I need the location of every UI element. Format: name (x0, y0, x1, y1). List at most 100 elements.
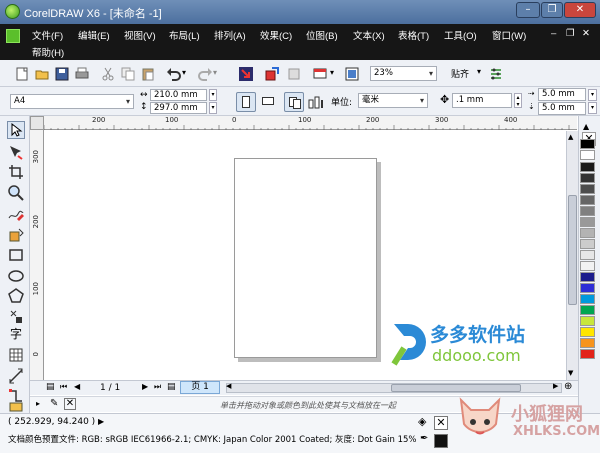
first-page-icon[interactable]: ⏮ (60, 382, 67, 392)
menu-view[interactable]: 视图(V) (124, 28, 156, 42)
menu-edit[interactable]: 编辑(E) (78, 28, 110, 42)
color-swatch[interactable] (580, 349, 595, 359)
doc-close-button[interactable]: ✕ (582, 28, 590, 39)
interactive-tool[interactable] (7, 402, 25, 412)
shape-tool[interactable] (7, 143, 25, 161)
full-screen-icon[interactable] (344, 66, 360, 82)
color-swatch[interactable] (580, 294, 595, 304)
color-swatch[interactable] (580, 272, 595, 282)
duplicate-distance-x-input[interactable]: 5.0 mm (538, 88, 586, 101)
color-swatch[interactable] (580, 162, 595, 172)
color-swatch[interactable] (580, 173, 595, 183)
duplicate-distance-y-input[interactable]: 5.0 mm (538, 102, 586, 115)
fill-color-swatch[interactable]: ✕ (434, 416, 448, 430)
menu-effects[interactable]: 效果(C) (260, 28, 292, 42)
doc-restore-button[interactable]: ❐ (566, 28, 575, 39)
menu-text[interactable]: 文本(X) (353, 28, 385, 42)
color-profile-info[interactable]: 文档颜色预置文件: RGB: sRGB IEC61966-2.1; CMYK: … (8, 433, 417, 445)
hscroll-thumb[interactable] (391, 384, 521, 392)
cut-icon[interactable] (100, 66, 116, 82)
export-icon[interactable] (264, 66, 280, 82)
horizontal-ruler[interactable]: 200 100 0 100 200 300 400 (30, 116, 577, 130)
color-swatch[interactable] (580, 206, 595, 216)
nudge-spinner[interactable]: ▴ ▾ (514, 93, 522, 108)
basic-shapes-tool[interactable] (7, 308, 25, 326)
scroll-right-icon[interactable]: ▶ (553, 382, 558, 390)
color-swatch[interactable] (580, 283, 595, 293)
last-page-icon[interactable]: ⏭ (154, 382, 161, 392)
height-spinner[interactable]: ▾ (209, 102, 217, 114)
vertical-scrollbar[interactable]: ▲ ▼ (566, 131, 578, 380)
menu-window[interactable]: 窗口(W) (492, 28, 526, 42)
color-swatch[interactable] (580, 327, 595, 337)
prev-page-icon[interactable]: ◀ (74, 382, 80, 391)
paste-icon[interactable] (140, 66, 156, 82)
color-swatch[interactable] (580, 316, 595, 326)
snap-dropdown-icon[interactable]: ▾ (477, 67, 481, 76)
smart-fill-tool[interactable] (7, 226, 25, 244)
menu-tools[interactable]: 工具(O) (444, 28, 477, 42)
document-icon[interactable] (6, 29, 20, 43)
width-spinner[interactable]: ▾ (209, 89, 217, 101)
palette-up-icon[interactable]: ▲ (583, 122, 589, 131)
palette-arrow-icon[interactable]: ▸ (36, 399, 40, 408)
doc-minimize-button[interactable]: – (551, 28, 556, 39)
no-color-icon[interactable]: ✕ (64, 398, 76, 410)
polygon-tool[interactable] (7, 287, 25, 305)
color-swatch[interactable] (580, 250, 595, 260)
portrait-button[interactable] (236, 92, 256, 112)
color-swatch[interactable] (580, 228, 595, 238)
color-swatch[interactable] (580, 261, 595, 271)
menu-file[interactable]: 文件(F) (32, 28, 63, 42)
color-swatch[interactable] (580, 195, 595, 205)
app-launcher-icon[interactable] (312, 66, 328, 82)
freehand-tool[interactable] (7, 205, 25, 223)
close-button[interactable]: ✕ (564, 2, 596, 18)
undo-icon[interactable] (166, 66, 182, 82)
import-icon[interactable] (238, 66, 254, 82)
landscape-button[interactable] (258, 92, 278, 112)
undo-dropdown-icon[interactable]: ▾ (182, 68, 186, 77)
nudge-distance-input[interactable]: .1 mm (452, 93, 512, 108)
text-tool[interactable]: 字 (7, 325, 25, 343)
dimension-tool[interactable] (7, 367, 25, 385)
redo-dropdown-icon[interactable]: ▾ (213, 68, 217, 77)
status-expand-icon[interactable]: ▶ (98, 417, 104, 426)
scroll-left-icon[interactable]: ◀ (226, 382, 231, 390)
current-page-button[interactable] (306, 92, 326, 112)
redo-icon[interactable] (197, 66, 213, 82)
snap-to-button[interactable]: 贴齐 (451, 67, 469, 80)
color-swatch[interactable] (580, 305, 595, 315)
save-icon[interactable] (54, 66, 70, 82)
page-width-input[interactable]: 210.0 mm (150, 89, 207, 101)
scroll-down-icon[interactable]: ▼ (568, 369, 573, 377)
table-tool[interactable] (7, 346, 25, 364)
navigator-icon[interactable]: ⊕ (564, 381, 572, 392)
color-swatch[interactable] (580, 338, 595, 348)
add-page-after-icon[interactable]: ▤ (167, 382, 176, 392)
scroll-up-icon[interactable]: ▲ (568, 133, 573, 141)
dup-y-spinner[interactable]: ▾ (588, 102, 597, 114)
outline-color-swatch[interactable] (434, 434, 448, 448)
add-page-icon[interactable]: ▤ (46, 382, 55, 392)
rectangle-tool[interactable] (7, 246, 25, 264)
color-swatch[interactable] (580, 239, 595, 249)
menu-help[interactable]: 帮助(H) (32, 45, 64, 59)
next-page-icon[interactable]: ▶ (142, 382, 148, 391)
copy-icon[interactable] (120, 66, 136, 82)
paper-size-select[interactable]: A4 (10, 94, 134, 109)
publish-pdf-icon[interactable] (286, 66, 302, 82)
zoom-level-select[interactable]: 23% (370, 66, 437, 81)
menu-bitmaps[interactable]: 位图(B) (306, 28, 338, 42)
open-icon[interactable] (34, 66, 50, 82)
pick-tool[interactable] (7, 121, 25, 139)
document-page[interactable] (234, 158, 377, 358)
ruler-origin[interactable] (30, 116, 44, 130)
page-tab[interactable]: 页 1 (180, 381, 220, 394)
ellipse-tool[interactable] (7, 267, 25, 285)
scroll-thumb[interactable] (568, 195, 577, 305)
color-swatch-white[interactable] (580, 150, 595, 160)
print-icon[interactable] (74, 66, 90, 82)
menu-arrange[interactable]: 排列(A) (214, 28, 246, 42)
eyedropper-icon[interactable]: ✎ (50, 398, 58, 409)
